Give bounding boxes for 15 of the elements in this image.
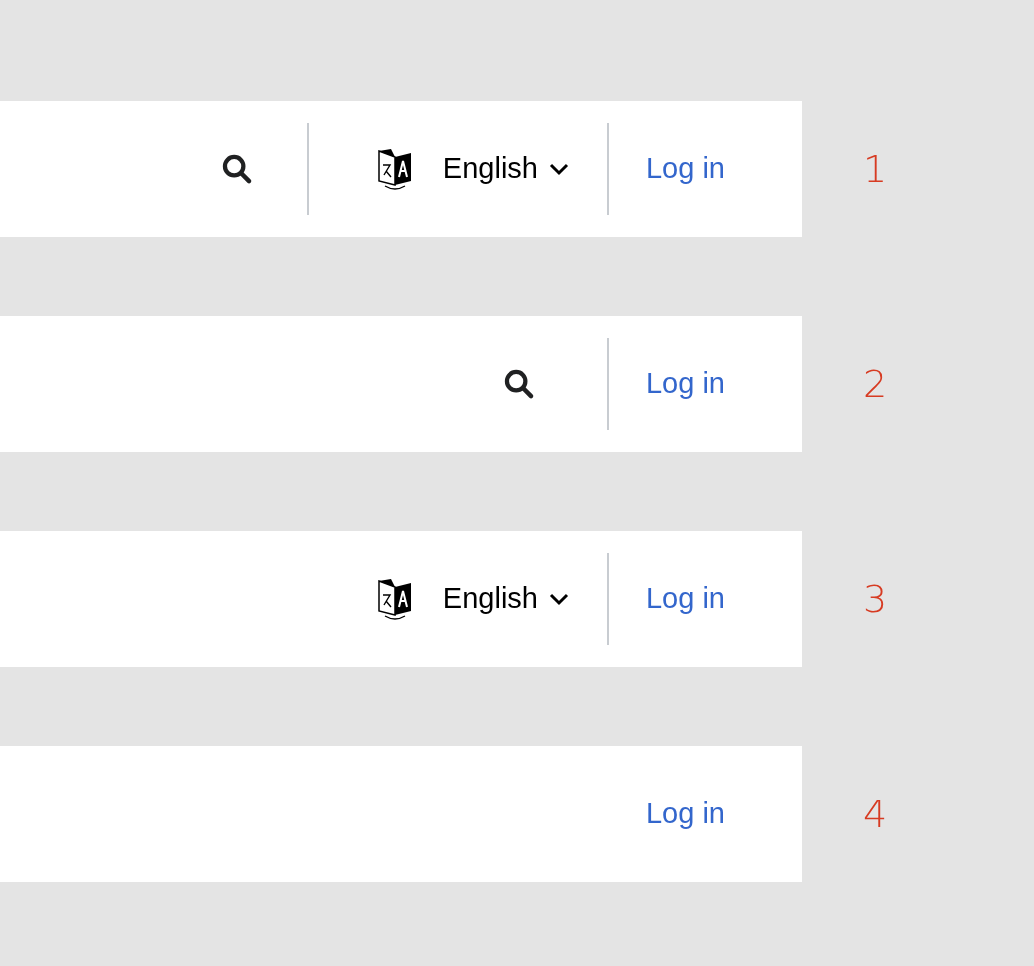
translate-icon	[376, 147, 413, 191]
translate-icon	[376, 577, 413, 621]
login-link[interactable]: Log in	[646, 362, 725, 406]
login-link[interactable]: Log in	[646, 147, 725, 191]
login-link[interactable]: Log in	[646, 577, 725, 621]
language-selector[interactable]: English	[376, 577, 570, 621]
language-selector[interactable]: English	[376, 147, 570, 191]
chevron-down-icon	[548, 162, 570, 176]
variant-number: 4	[861, 790, 889, 838]
chevron-down-icon	[548, 592, 570, 606]
login-link[interactable]: Log in	[646, 792, 725, 836]
variant-number: 2	[861, 360, 889, 408]
search-icon	[502, 367, 536, 401]
variant-number: 3	[861, 575, 889, 623]
variant-number: 1	[861, 145, 889, 193]
